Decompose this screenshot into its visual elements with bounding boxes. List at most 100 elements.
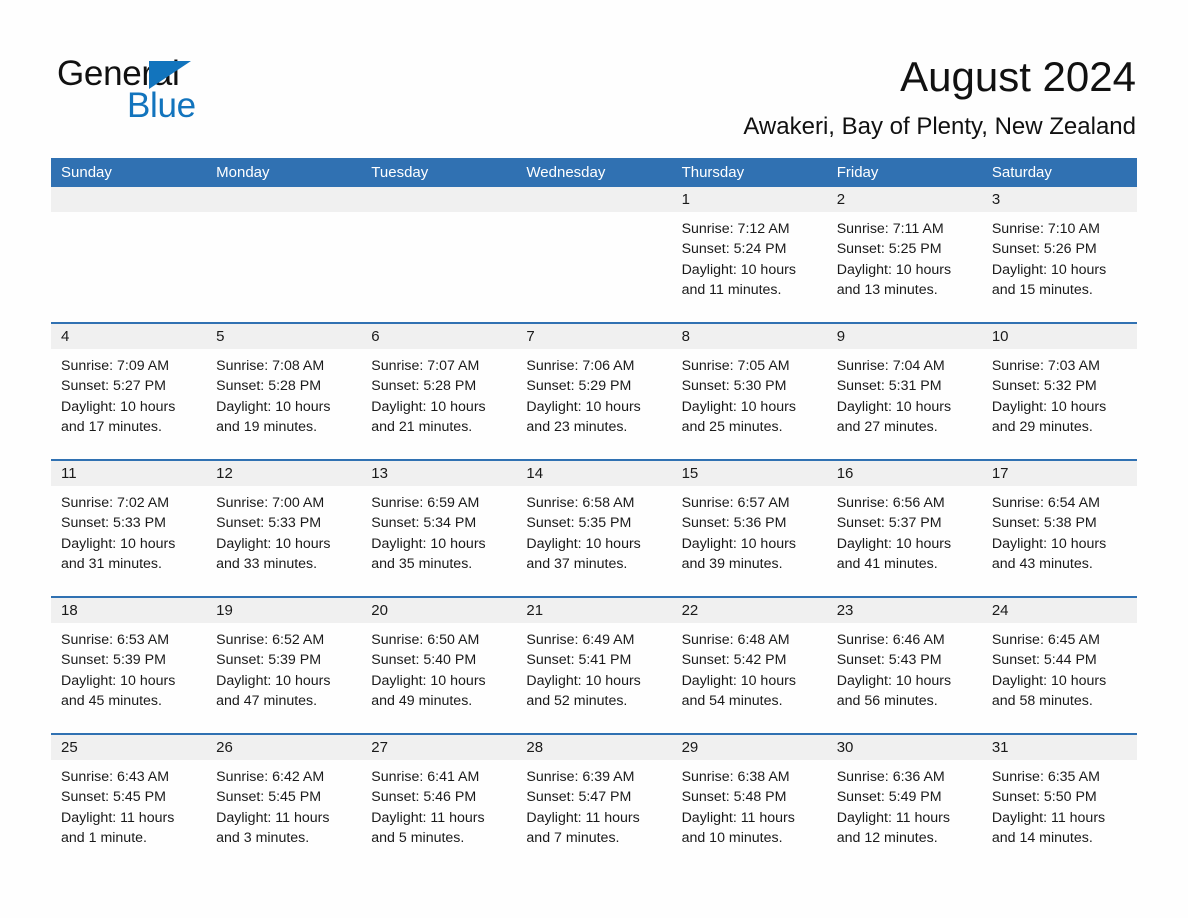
day-cell-14[interactable]: Sunrise: 6:58 AM Sunset: 5:35 PM Daylight:…: [516, 486, 671, 596]
weekday-header-friday: Friday: [836, 164, 879, 181]
weekday-header-saturday: Saturday: [991, 164, 1052, 181]
day-detail-line: Daylight: 10 hours: [991, 672, 1107, 689]
day-cell-28[interactable]: Sunrise: 6:39 AM Sunset: 5:47 PM Daylight:…: [516, 760, 671, 870]
day-cell-30[interactable]: Sunrise: 6:36 AM Sunset: 5:49 PM Daylight:…: [827, 760, 982, 870]
day-cell-18[interactable]: Sunrise: 6:53 AM Sunset: 5:39 PM Daylight:…: [51, 623, 206, 733]
day-number-31[interactable]: 31: [982, 735, 1137, 760]
day-detail-line: Sunset: 5:41 PM: [526, 652, 632, 669]
day-detail-line: Sunset: 5:45 PM: [216, 789, 322, 806]
calendar-weeks: 1 2 3 Sunrise: 7:12 AM Sunset: 5:24 PM Daylig…: [51, 187, 1137, 870]
page-header: General Blue August 2024 Awakeri, Bay of…: [0, 0, 1188, 155]
day-number-29[interactable]: 29: [672, 735, 827, 760]
day-detail-line: Sunset: 5:46 PM: [371, 789, 477, 806]
day-number-2[interactable]: 2: [827, 187, 982, 212]
day-number-25[interactable]: 25: [51, 735, 206, 760]
day-number-12[interactable]: 12: [206, 461, 361, 486]
day-detail-line: and 17 minutes.: [61, 418, 162, 435]
calendar-week-row: 4 5 6 7 8 9 10 Sunrise: 7:09 AM Sunset: 5:27 PM D…: [51, 322, 1137, 459]
day-cell-31[interactable]: Sunrise: 6:35 AM Sunset: 5:50 PM Daylight:…: [982, 760, 1137, 870]
day-number-7[interactable]: 7: [516, 324, 671, 349]
day-number-4[interactable]: 4: [51, 324, 206, 349]
day-number-26[interactable]: 26: [206, 735, 361, 760]
day-number-5[interactable]: 5: [206, 324, 361, 349]
day-detail-line: Daylight: 11 hours: [216, 809, 330, 826]
day-number-14[interactable]: 14: [516, 461, 671, 486]
day-cell-9[interactable]: Sunrise: 7:04 AM Sunset: 5:31 PM Daylight:…: [827, 349, 982, 459]
day-number-15[interactable]: 15: [672, 461, 827, 486]
day-detail-band: Sunrise: 7:09 AM Sunset: 5:27 PM Daylight:…: [51, 349, 1137, 459]
day-cell-25[interactable]: Sunrise: 6:43 AM Sunset: 5:45 PM Daylight:…: [51, 760, 206, 870]
day-cell-21[interactable]: Sunrise: 6:49 AM Sunset: 5:41 PM Daylight:…: [516, 623, 671, 733]
day-detail-line: Daylight: 10 hours: [836, 535, 952, 552]
day-detail-line: Sunset: 5:33 PM: [216, 515, 322, 532]
day-cell-13[interactable]: Sunrise: 6:59 AM Sunset: 5:34 PM Daylight:…: [361, 486, 516, 596]
day-detail-line: Daylight: 11 hours: [991, 809, 1106, 826]
day-number-11[interactable]: 11: [51, 461, 206, 486]
day-detail-line: Sunrise: 6:58 AM: [526, 495, 635, 511]
day-cell-20[interactable]: Sunrise: 6:50 AM Sunset: 5:40 PM Daylight:…: [361, 623, 516, 733]
day-number-27[interactable]: 27: [361, 735, 516, 760]
day-number-9[interactable]: 9: [827, 324, 982, 349]
day-detail-line: Sunrise: 6:46 AM: [836, 632, 945, 648]
day-detail-line: Daylight: 11 hours: [836, 809, 951, 826]
day-cell-7[interactable]: Sunrise: 7:06 AM Sunset: 5:29 PM Daylight:…: [516, 349, 671, 459]
day-cell-17[interactable]: Sunrise: 6:54 AM Sunset: 5:38 PM Daylight:…: [982, 486, 1137, 596]
day-cell-22[interactable]: Sunrise: 6:48 AM Sunset: 5:42 PM Daylight:…: [672, 623, 827, 733]
day-detail-line: Sunrise: 6:56 AM: [836, 495, 945, 511]
day-cell-2[interactable]: Sunrise: 7:11 AM Sunset: 5:25 PM Daylight:…: [827, 212, 982, 322]
day-number-1[interactable]: 1: [672, 187, 827, 212]
day-number-17[interactable]: 17: [982, 461, 1137, 486]
day-cell-29[interactable]: Sunrise: 6:38 AM Sunset: 5:48 PM Daylight:…: [672, 760, 827, 870]
calendar-week-row: 18 19 20 21 22 23 24 Sunrise: 6:53 AM Sunset: 5:…: [51, 596, 1137, 733]
day-cell-12[interactable]: Sunrise: 7:00 AM Sunset: 5:33 PM Daylight:…: [206, 486, 361, 596]
day-number-24[interactable]: 24: [982, 598, 1137, 623]
day-detail-line: and 1 minute.: [61, 829, 147, 846]
day-number-10[interactable]: 10: [982, 324, 1137, 349]
day-detail-line: and 3 minutes.: [216, 829, 310, 846]
day-cell-empty: [516, 212, 671, 322]
day-number-6[interactable]: 6: [361, 324, 516, 349]
day-number-8[interactable]: 8: [672, 324, 827, 349]
day-cell-27[interactable]: Sunrise: 6:41 AM Sunset: 5:46 PM Daylight:…: [361, 760, 516, 870]
day-cell-15[interactable]: Sunrise: 6:57 AM Sunset: 5:36 PM Daylight:…: [672, 486, 827, 596]
day-number-28[interactable]: 28: [516, 735, 671, 760]
day-detail-line: and 15 minutes.: [991, 281, 1093, 298]
day-cell-10[interactable]: Sunrise: 7:03 AM Sunset: 5:32 PM Daylight:…: [982, 349, 1137, 459]
day-number-3[interactable]: 3: [982, 187, 1137, 212]
day-number-30[interactable]: 30: [827, 735, 982, 760]
day-number-20[interactable]: 20: [361, 598, 516, 623]
day-number-13[interactable]: 13: [361, 461, 516, 486]
day-number-18[interactable]: 18: [51, 598, 206, 623]
day-cell-6[interactable]: Sunrise: 7:07 AM Sunset: 5:28 PM Daylight:…: [361, 349, 516, 459]
day-cell-1[interactable]: Sunrise: 7:12 AM Sunset: 5:24 PM Daylight:…: [672, 212, 827, 322]
day-cell-3[interactable]: Sunrise: 7:10 AM Sunset: 5:26 PM Daylight:…: [982, 212, 1137, 322]
day-detail-line: Sunset: 5:29 PM: [526, 378, 632, 395]
day-cell-23[interactable]: Sunrise: 6:46 AM Sunset: 5:43 PM Daylight:…: [827, 623, 982, 733]
general-blue-logo[interactable]: General Blue: [57, 55, 217, 127]
day-cell-19[interactable]: Sunrise: 6:52 AM Sunset: 5:39 PM Daylight:…: [206, 623, 361, 733]
day-cell-8[interactable]: Sunrise: 7:05 AM Sunset: 5:30 PM Daylight:…: [672, 349, 827, 459]
day-detail-line: Sunrise: 7:07 AM: [371, 358, 480, 374]
day-cell-24[interactable]: Sunrise: 6:45 AM Sunset: 5:44 PM Daylight:…: [982, 623, 1137, 733]
day-detail-line: Sunset: 5:24 PM: [681, 241, 787, 258]
day-detail-line: Sunrise: 6:43 AM: [61, 769, 170, 785]
day-detail-line: Sunrise: 7:11 AM: [836, 221, 944, 237]
day-detail-line: and 27 minutes.: [836, 418, 938, 435]
day-detail-line: Sunrise: 7:06 AM: [526, 358, 635, 374]
day-number-22[interactable]: 22: [672, 598, 827, 623]
day-number-19[interactable]: 19: [206, 598, 361, 623]
day-detail-line: Sunrise: 7:04 AM: [836, 358, 945, 374]
day-detail-line: and 41 minutes.: [836, 555, 938, 572]
day-number-16[interactable]: 16: [827, 461, 982, 486]
day-detail-line: Daylight: 10 hours: [61, 398, 176, 415]
day-cell-empty: [361, 212, 516, 322]
day-cell-4[interactable]: Sunrise: 7:09 AM Sunset: 5:27 PM Daylight:…: [51, 349, 206, 459]
day-cell-16[interactable]: Sunrise: 6:56 AM Sunset: 5:37 PM Daylight:…: [827, 486, 982, 596]
day-cell-11[interactable]: Sunrise: 7:02 AM Sunset: 5:33 PM Daylight:…: [51, 486, 206, 596]
day-cell-26[interactable]: Sunrise: 6:42 AM Sunset: 5:45 PM Daylight:…: [206, 760, 361, 870]
day-cell-5[interactable]: Sunrise: 7:08 AM Sunset: 5:28 PM Daylight:…: [206, 349, 361, 459]
day-detail-line: Sunset: 5:48 PM: [681, 789, 787, 806]
day-detail-line: Sunset: 5:32 PM: [991, 378, 1097, 395]
day-number-23[interactable]: 23: [827, 598, 982, 623]
day-number-21[interactable]: 21: [516, 598, 671, 623]
